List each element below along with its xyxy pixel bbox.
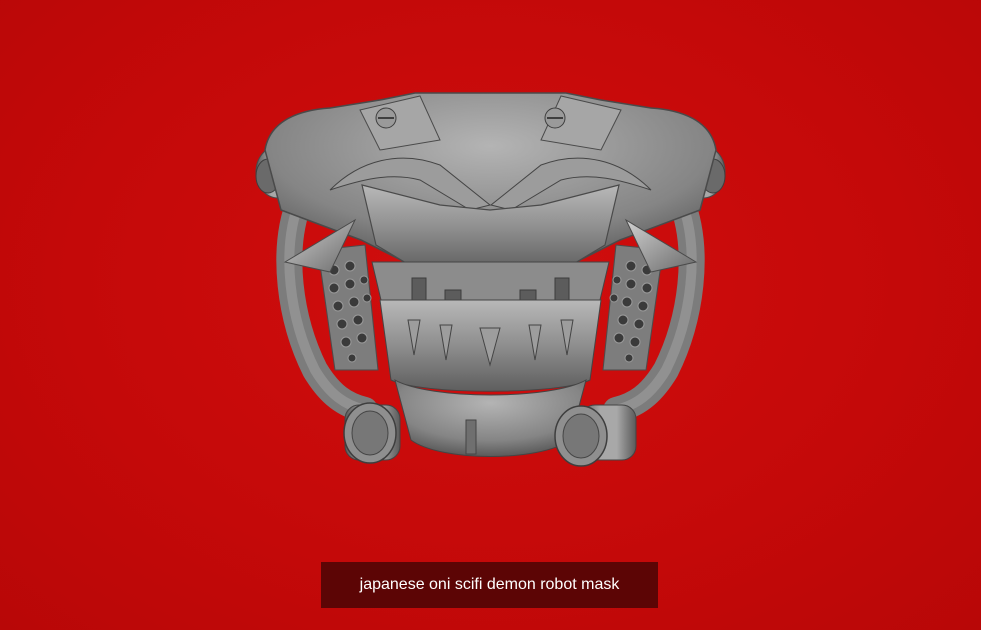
caption-banner: japanese oni scifi demon robot mask (321, 562, 658, 608)
right-filter-canister (554, 404, 637, 467)
oni-robot-mask-icon (255, 92, 726, 467)
left-filter-canister (343, 402, 401, 464)
caption-text: japanese oni scifi demon robot mask (359, 576, 620, 593)
render-viewport: japanese oni scifi demon robot mask (0, 0, 981, 630)
upper-jaw (371, 261, 610, 301)
left-screw-icon (375, 107, 397, 129)
right-screw-icon (544, 107, 566, 129)
